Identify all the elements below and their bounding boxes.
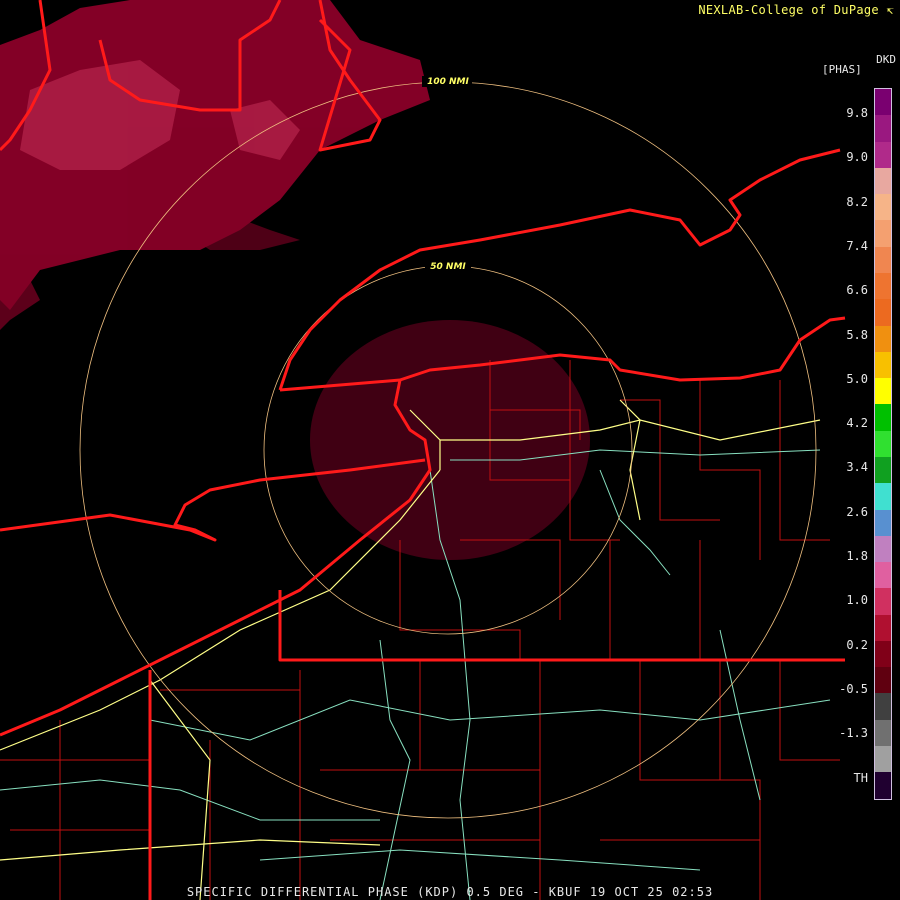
color-swatch <box>875 246 891 273</box>
nexlab-logo-icon: ↸ <box>886 3 894 17</box>
color-swatch <box>875 404 891 431</box>
color-swatch <box>875 430 891 457</box>
scale-tick-label: 9.0 <box>846 150 868 165</box>
credit-text: NEXLAB-College of DuPage ↸ <box>698 3 894 17</box>
scale-tick-label: 9.8 <box>846 106 868 120</box>
scale-tick-label: 8.2 <box>846 194 868 209</box>
color-swatch <box>875 693 891 720</box>
radar-map: 50 NMI 100 NMI <box>0 0 846 900</box>
color-swatch <box>875 509 891 536</box>
ring-label-100: 100 NMI <box>427 77 469 87</box>
scale-tick-label: 2.6 <box>846 504 868 519</box>
color-swatch <box>875 535 891 563</box>
color-swatch <box>875 667 891 694</box>
scale-tick-label: 5.0 <box>846 371 868 386</box>
color-swatch <box>875 640 891 668</box>
color-swatch <box>875 746 891 773</box>
color-swatch <box>875 141 891 168</box>
color-swatch <box>875 614 891 641</box>
color-swatch <box>875 719 891 747</box>
color-swatch <box>875 220 891 247</box>
color-swatch <box>875 772 891 799</box>
color-swatch <box>875 562 891 589</box>
scale-tick-label: -0.5 <box>839 681 868 696</box>
scale-tick-label: -1.3 <box>839 726 868 741</box>
color-swatch <box>875 272 891 300</box>
color-swatch <box>875 456 891 484</box>
color-swatch <box>875 325 891 352</box>
scale-tick-label: 7.4 <box>846 238 868 253</box>
color-swatch <box>875 115 891 142</box>
color-swatch <box>875 483 891 510</box>
color-swatch <box>875 194 891 221</box>
legend-unit: [PHAS] <box>822 63 862 76</box>
color-scale-bar <box>874 88 892 800</box>
scale-tick-label: 1.8 <box>846 549 868 563</box>
scale-tick-label: TH <box>853 770 868 785</box>
color-swatch <box>875 588 891 615</box>
color-swatch <box>875 89 891 116</box>
scale-tick-label: 1.0 <box>846 593 868 608</box>
ring-label-50: 50 NMI <box>430 262 466 272</box>
scale-tick-label: 0.2 <box>846 637 868 652</box>
scale-tick-label: 3.4 <box>846 460 868 475</box>
color-swatch <box>875 299 891 326</box>
scale-tick-label: 4.2 <box>846 416 868 431</box>
scale-tick-label: 6.6 <box>846 283 868 298</box>
scale-tick-label: 5.8 <box>846 327 868 342</box>
legend-product: DKD <box>876 53 896 66</box>
product-caption: SPECIFIC DIFFERENTIAL PHASE (KDP) 0.5 DE… <box>186 885 714 899</box>
color-swatch <box>875 351 891 379</box>
color-swatch <box>875 167 891 195</box>
color-swatch <box>875 378 891 405</box>
